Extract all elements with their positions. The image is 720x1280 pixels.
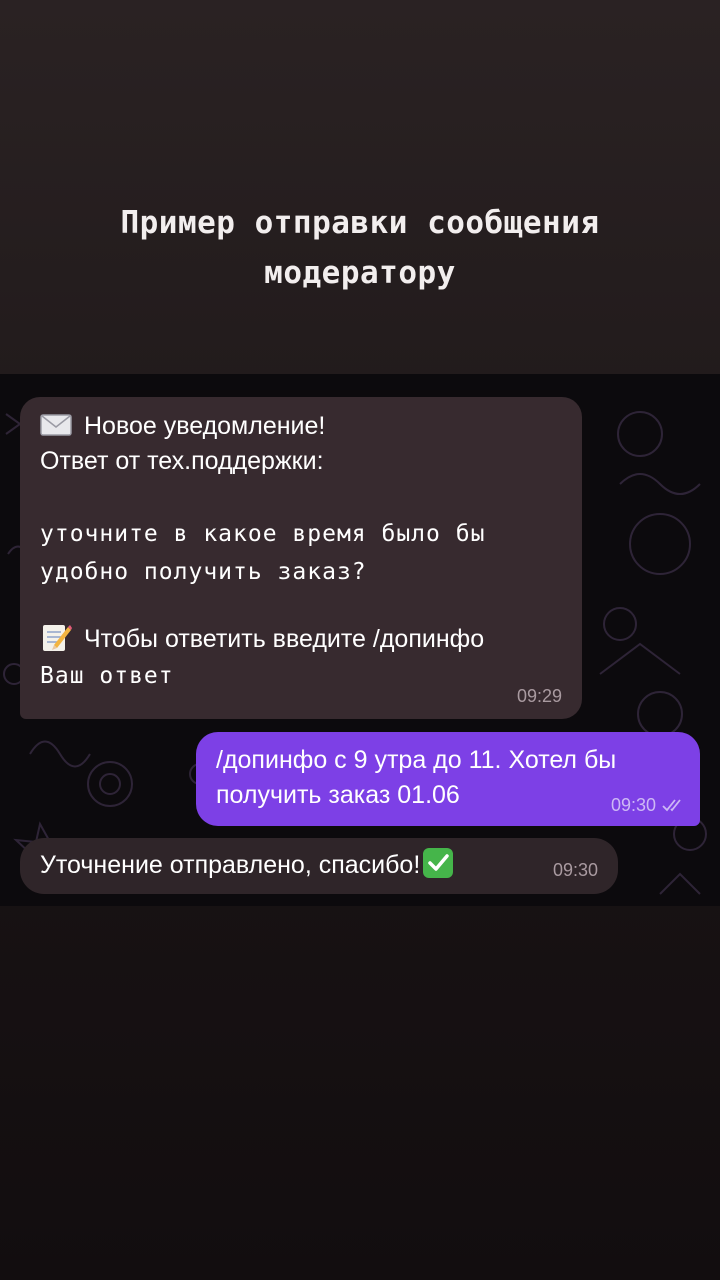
outgoing-timestamp: 09:30 bbox=[610, 795, 656, 815]
confirmation-timestamp: 09:30 bbox=[552, 860, 598, 880]
chat-screenshot: Новое уведомление! Ответ от тех.поддержк… bbox=[0, 374, 720, 906]
notification-subtitle: Ответ от тех.поддержки: bbox=[40, 447, 324, 475]
incoming-message-bubble[interactable]: Новое уведомление! Ответ от тех.поддержк… bbox=[20, 397, 582, 719]
story-title-line-2: модератору bbox=[264, 255, 456, 291]
story-title: Пример отправки сообщения модератору bbox=[0, 198, 720, 298]
outgoing-message-bubble[interactable]: /допинфо с 9 утра до 11. Хотел бы получи… bbox=[196, 732, 700, 826]
outgoing-line-1: /допинфо с 9 утра до 11. Хотел бы bbox=[216, 746, 617, 774]
confirmation-message-bubble[interactable]: Уточнение отправлено, спасибо! 09:30 bbox=[20, 838, 618, 894]
double-check-icon bbox=[662, 799, 681, 812]
confirmation-line: Уточнение отправлено, спасибо! bbox=[40, 847, 598, 883]
instruction-text: Чтобы ответить введите /допинфо bbox=[84, 625, 485, 653]
confirmation-text: Уточнение отправлено, спасибо! bbox=[40, 851, 421, 879]
instruction-line: Чтобы ответить введите /допинфо bbox=[40, 621, 562, 657]
memo-icon bbox=[40, 621, 72, 653]
envelope-icon bbox=[40, 411, 72, 436]
notification-title: Новое уведомление! bbox=[84, 412, 326, 440]
question-line-1: уточните в какое время было бы bbox=[40, 521, 486, 547]
notification-header: Новое уведомление! bbox=[40, 409, 562, 444]
incoming-timestamp: 09:29 bbox=[516, 686, 562, 706]
answer-label: Ваш ответ bbox=[40, 663, 174, 689]
question-line-2: удобно получить заказ? bbox=[40, 559, 367, 585]
story-title-line-1: Пример отправки сообщения bbox=[120, 205, 600, 241]
check-mark-button-icon bbox=[422, 847, 454, 879]
